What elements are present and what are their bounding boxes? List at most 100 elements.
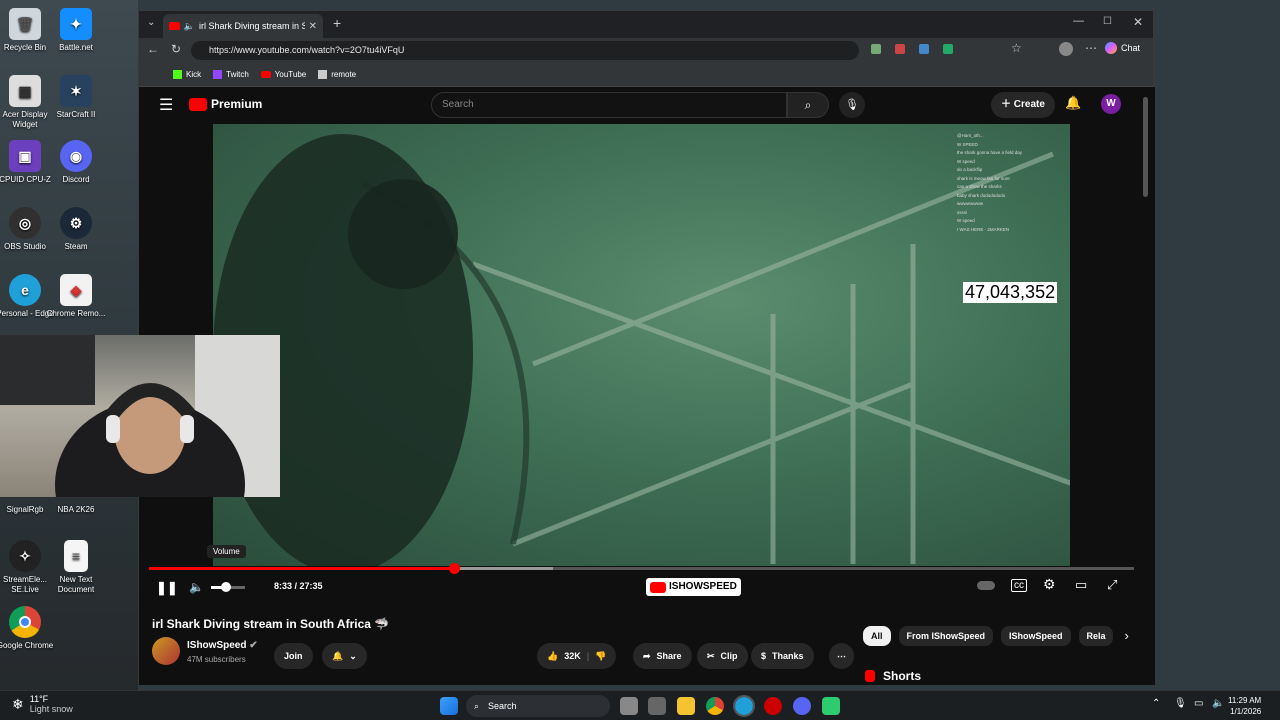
remote-icon <box>318 70 328 79</box>
thumbs-down-icon[interactable]: 👎 <box>595 651 606 662</box>
desktop-icon-chrome-remote[interactable]: ◈ Chrome Remo... <box>43 274 109 319</box>
bookmark-kick[interactable]: Kick <box>173 70 201 79</box>
search-input[interactable]: Search <box>431 92 787 118</box>
chrome-taskbar-icon[interactable] <box>706 697 724 715</box>
channel-avatar[interactable] <box>152 637 180 665</box>
copilot-chat-button[interactable]: Chat <box>1105 42 1140 54</box>
more-icon[interactable]: ⋯ <box>1085 41 1097 55</box>
miniplayer-icon[interactable]: ▭ <box>1075 577 1087 593</box>
weather-widget[interactable]: ❄ 11°F Light snow <box>12 694 73 714</box>
more-actions-button[interactable]: ⋯ <box>829 643 854 669</box>
video-player[interactable]: @Ham_oth... W SPEED the shark gonna have a… <box>213 124 1070 566</box>
chip-channel[interactable]: IShowSpeed <box>1001 626 1071 646</box>
menu-icon[interactable]: ☰ <box>159 95 173 115</box>
discord-icon: ◉ <box>60 140 92 172</box>
edge-icon: e <box>9 274 41 306</box>
search-button[interactable]: ⌕ <box>787 92 829 118</box>
desktop-icon-nba2k26[interactable]: NBA 2K26 <box>43 505 109 515</box>
verified-icon: ✔ <box>249 640 258 651</box>
youtube-favicon-icon <box>169 22 180 30</box>
extension-icon[interactable] <box>943 44 953 54</box>
subscriber-count: 47M subscribers <box>187 655 246 664</box>
notifications-bell-icon[interactable]: 🔔 <box>1065 95 1081 111</box>
tab-list-chevron-icon[interactable]: ⌄ <box>147 17 155 28</box>
volume-tray-icon[interactable]: 🔈 <box>1212 698 1224 709</box>
desktop-icon-starcraft[interactable]: ✶ StarCraft II <box>43 75 109 120</box>
taskbar-search[interactable]: ⌕ Search <box>466 695 610 717</box>
back-icon[interactable]: ← <box>147 42 159 56</box>
chip-from-channel[interactable]: From IShowSpeed <box>898 626 994 646</box>
address-bar[interactable]: https://www.youtube.com/watch?v=2O7tu4iV… <box>191 41 859 60</box>
close-tab-icon[interactable]: ✕ <box>309 21 317 32</box>
start-icon[interactable] <box>440 697 458 715</box>
scissors-icon: ✂ <box>707 650 715 661</box>
youtube-icon <box>260 71 271 78</box>
bell-icon: 🔔 <box>332 650 344 661</box>
chrome-remote-icon: ◈ <box>60 274 92 306</box>
file-explorer-icon[interactable] <box>677 697 695 715</box>
seek-bar[interactable] <box>149 563 1134 574</box>
copilot-icon <box>1105 42 1117 54</box>
desktop-icon-discord[interactable]: ◉ Discord <box>43 140 109 185</box>
pause-icon[interactable]: ❚❚ <box>156 580 178 596</box>
minimize-icon[interactable]: — <box>1073 15 1084 27</box>
chip-related[interactable]: Rela <box>1078 626 1113 646</box>
volume-slider[interactable] <box>211 582 245 592</box>
extension-icon[interactable] <box>919 44 929 54</box>
fullscreen-icon[interactable]: ⤢ <box>1107 577 1117 593</box>
maximize-icon[interactable]: ☐ <box>1103 16 1112 27</box>
more-icon: ⋯ <box>837 650 846 661</box>
chrome-icon <box>9 606 41 638</box>
autoplay-toggle[interactable] <box>977 581 995 590</box>
tray-chevron-up-icon[interactable]: ⌃ <box>1152 698 1160 709</box>
new-tab-icon[interactable]: + <box>333 15 341 31</box>
youtube-page: ☰ Premium Search ⌕ 🎙 ＋ Create 🔔 W @Ham_o… <box>139 87 1155 685</box>
channel-watermark: ISHOWSPEED <box>646 578 741 596</box>
discord-taskbar-icon[interactable] <box>793 697 811 715</box>
notifications-button[interactable]: 🔔 ⌄ <box>322 643 367 669</box>
volume-icon[interactable]: 🔈 <box>189 580 204 594</box>
voice-search-button[interactable]: 🎙 <box>839 92 865 118</box>
bookmark-remote[interactable]: remote <box>318 70 356 79</box>
thanks-button[interactable]: $ Thanks <box>751 643 814 669</box>
extension-icon[interactable] <box>871 44 881 54</box>
bookmark-twitch[interactable]: Twitch <box>213 70 249 79</box>
desktop-icon-steam[interactable]: ⚙ Steam <box>43 207 109 252</box>
captions-icon[interactable]: cc <box>1011 579 1027 592</box>
app-taskbar-icon[interactable] <box>822 697 840 715</box>
join-button[interactable]: Join <box>274 643 313 669</box>
favorites-icon[interactable]: ☆ <box>1011 41 1022 55</box>
microphone-tray-icon[interactable]: 🎙 <box>1174 698 1187 709</box>
recycle-bin-icon: 🗑 <box>9 8 41 40</box>
profile-avatar[interactable] <box>1059 42 1073 56</box>
youtube-logo[interactable]: Premium <box>189 97 262 111</box>
edge-taskbar-icon[interactable] <box>733 695 755 717</box>
channel-name[interactable]: IShowSpeed ✔ <box>187 640 258 651</box>
chip-all[interactable]: All <box>863 626 891 646</box>
seek-handle[interactable] <box>449 563 461 574</box>
chevron-right-icon[interactable]: › <box>1121 626 1129 646</box>
create-button[interactable]: ＋ Create <box>991 92 1055 118</box>
close-window-icon[interactable]: ✕ <box>1133 15 1143 29</box>
desktop-icon-battlenet[interactable]: ✦ Battle.net <box>43 8 109 53</box>
widgets-icon[interactable] <box>648 697 666 715</box>
share-button[interactable]: ➦ Share <box>633 643 692 669</box>
bookmark-youtube[interactable]: YouTube <box>260 70 306 79</box>
clip-button[interactable]: ✂ Clip <box>697 643 748 669</box>
clock[interactable]: 11:29 AM 1/1/2026 <box>1228 695 1261 717</box>
task-view-icon[interactable] <box>620 697 638 715</box>
account-avatar[interactable]: W <box>1101 94 1121 114</box>
extension-icon[interactable] <box>895 44 905 54</box>
desktop-icon-google-chrome[interactable]: Google Chrome <box>0 606 58 651</box>
thanks-icon: $ <box>761 651 767 661</box>
speaker-icon: 🔈 <box>183 20 195 31</box>
desktop-icon-new-text[interactable]: ≡ New Text Document <box>43 540 109 595</box>
tab-youtube[interactable]: 🔈 irl Shark Diving stream in Sout ✕ <box>163 14 323 38</box>
settings-gear-icon[interactable]: ⚙ <box>1043 576 1056 593</box>
webcam-overlay <box>0 335 280 570</box>
opera-icon[interactable] <box>764 697 782 715</box>
scrollbar[interactable] <box>1143 97 1148 197</box>
like-button[interactable]: 👍 32K | 👎 <box>537 643 617 669</box>
network-icon[interactable]: ▭ <box>1194 698 1203 709</box>
reload-icon[interactable]: ↻ <box>171 42 181 56</box>
